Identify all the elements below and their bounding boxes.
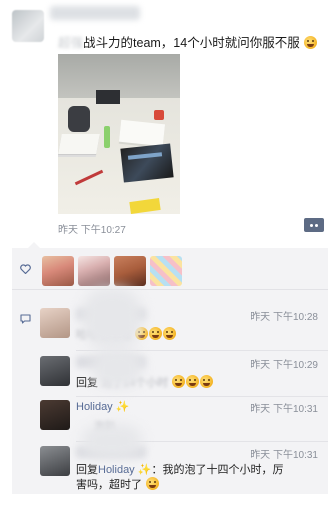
- surprised-emoji-icon: [186, 375, 200, 388]
- comment-text: ：我的泡了十四个小时，厉: [151, 464, 284, 476]
- photo-monitor: [96, 90, 120, 104]
- comment-text-line-1: 回复Holiday ✨：我的泡了十四个小时，厉: [76, 461, 283, 477]
- photo-can: [154, 110, 164, 120]
- photo-chair: [68, 106, 90, 132]
- post-text-body: 战斗力的team，14个小时就问你服不服: [83, 36, 300, 50]
- comment-item[interactable]: 昨天 下午10:29 回复 泡了14个小时: [40, 356, 328, 400]
- comment-text-line-2: 害吗，超时了: [76, 476, 160, 492]
- commenter-avatar[interactable]: [40, 400, 70, 430]
- comment-item[interactable]: 昨天 下午10:31 回复Holiday ✨：我的泡了十四个小时，厉 害吗，超时…: [40, 446, 328, 494]
- smirk-emoji-icon: [304, 36, 318, 49]
- interaction-panel: 昨天 下午10:28 哈哈哈哈哈 昨天 下午10:29 回复 泡了14个小时 H…: [12, 242, 328, 494]
- post-time: 昨天 下午10:27: [58, 225, 126, 236]
- post-author-name-redacted: [50, 6, 140, 20]
- reply-prefix: 回复: [76, 464, 98, 476]
- liker-avatar[interactable]: [42, 256, 74, 286]
- comment-time: 昨天 下午10:31: [250, 404, 318, 415]
- commenter-avatar[interactable]: [40, 446, 70, 476]
- photo-papers: [58, 134, 100, 154]
- commenter-name[interactable]: Holiday ✨: [76, 400, 129, 413]
- post-photo[interactable]: [58, 54, 180, 214]
- heart-icon: [20, 264, 31, 274]
- comment-time: 昨天 下午10:29: [250, 360, 318, 371]
- smirk-emoji-icon: [146, 477, 160, 490]
- photo-papers: [118, 119, 166, 147]
- liker-avatar[interactable]: [78, 256, 110, 286]
- reply-to-name[interactable]: Holiday: [98, 464, 135, 476]
- comment-text: 害吗，超时了: [76, 479, 142, 491]
- sparkle-icon: ✨: [137, 464, 152, 476]
- liker-avatar[interactable]: [114, 256, 146, 286]
- post-text: 超强战斗力的team，14个小时就问你服不服: [58, 32, 318, 51]
- divider: [76, 396, 328, 397]
- post-text-prefix: 超强: [58, 36, 84, 50]
- redaction-smudge: [82, 424, 142, 458]
- likes-row: [12, 248, 328, 290]
- redaction-smudge: [92, 348, 142, 388]
- comment-icon: [20, 314, 31, 324]
- grin-emoji-icon: [163, 327, 177, 340]
- liker-avatar[interactable]: [150, 256, 182, 286]
- comment-time: 昨天 下午10:31: [250, 450, 318, 461]
- photo-book: [120, 143, 174, 183]
- post-author-avatar[interactable]: [12, 10, 44, 42]
- sparkle-icon: ✨: [115, 401, 130, 413]
- grin-emoji-icon: [149, 327, 163, 340]
- more-actions-button[interactable]: [304, 218, 324, 232]
- surprised-emoji-icon: [200, 375, 214, 388]
- commenter-avatar[interactable]: [40, 356, 70, 386]
- surprised-emoji-icon: [172, 375, 186, 388]
- commenter-name-text[interactable]: Holiday: [76, 401, 113, 413]
- commenter-avatar[interactable]: [40, 308, 70, 338]
- photo-bottle: [104, 126, 110, 148]
- comment-time: 昨天 下午10:28: [250, 312, 318, 323]
- redaction-smudge: [82, 288, 142, 348]
